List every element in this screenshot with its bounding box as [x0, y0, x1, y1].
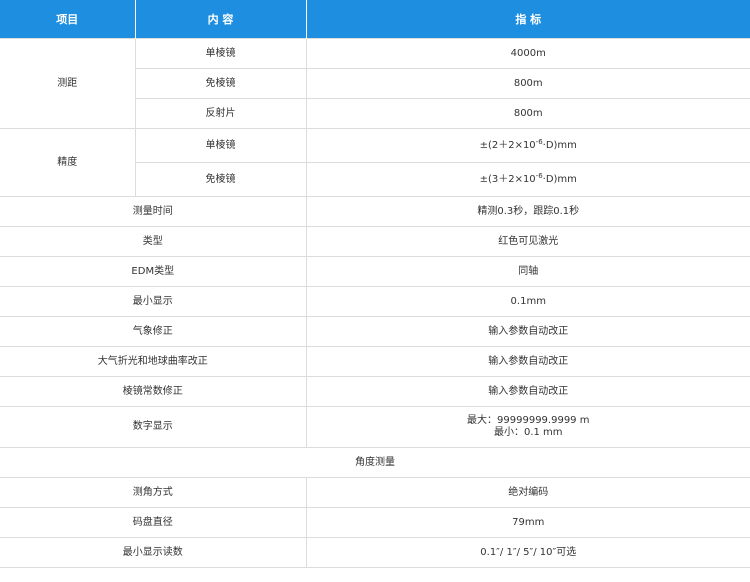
row-spec: 绝对编码	[305, 477, 750, 508]
row-spec: ±(3＋2×10-6·D)mm	[305, 162, 750, 197]
section-title: 角度测量	[0, 447, 750, 478]
table-row: 气象修正 输入参数自动改正	[0, 316, 750, 347]
table-row: 精度 单棱镜 ±(2＋2×10-6·D)mm	[0, 128, 750, 197]
row-item: 测量时间	[0, 196, 307, 227]
table-row: 棱镜常数修正 输入参数自动改正	[0, 376, 750, 407]
spec-line-min: 最小：0.1 mm	[493, 427, 563, 438]
row-spec: 4000m	[305, 38, 750, 69]
row-spec: 800m	[305, 68, 750, 99]
row-spec: 800m	[305, 98, 750, 129]
row-content: 免棱镜	[135, 162, 307, 197]
table-header-row: 项目 内 容 指 标	[0, 0, 750, 39]
accuracy-label: 精度	[0, 128, 136, 197]
spec-exponent: -6	[535, 171, 543, 180]
spec-line-max: 最大：99999999.9999 m	[467, 415, 590, 426]
row-item: 大气折光和地球曲率改正	[0, 346, 307, 377]
spec-base: ±(2＋2×10	[479, 139, 536, 151]
row-item: 码盘直径	[0, 507, 307, 538]
section-row: 角度测量	[0, 447, 750, 478]
row-spec: 输入参数自动改正	[305, 376, 750, 407]
row-content: 反射片	[135, 98, 307, 129]
row-item: 数字显示	[0, 406, 307, 448]
row-spec: 输入参数自动改正	[305, 316, 750, 347]
row-spec: 精测0.3秒，跟踪0.1秒	[305, 196, 750, 227]
header-item: 项目	[0, 0, 136, 39]
table-row: 数字显示 最大：99999999.9999 m 最小：0.1 mm	[0, 406, 750, 448]
row-content: 免棱镜	[135, 68, 307, 99]
header-content: 内 容	[135, 0, 307, 39]
spec-base: ±(3＋2×10	[479, 173, 536, 185]
row-item: 最小显示读数	[0, 537, 307, 568]
table-row: 测角方式 绝对编码	[0, 477, 750, 508]
row-item: 类型	[0, 226, 307, 257]
spec-exponent: -6	[535, 137, 543, 146]
spec-suffix: ·D)mm	[542, 173, 577, 185]
row-spec: 最大：99999999.9999 m 最小：0.1 mm	[305, 406, 750, 448]
row-item: 最小显示	[0, 286, 307, 317]
table-row: 最小显示 0.1mm	[0, 286, 750, 317]
table-row: 码盘直径 79mm	[0, 507, 750, 538]
row-spec: 红色可见激光	[305, 226, 750, 257]
row-content: 单棱镜	[134, 128, 307, 163]
table-row: 类型 红色可见激光	[0, 226, 750, 257]
header-spec: 指 标	[306, 0, 750, 39]
row-item: 棱镜常数修正	[0, 376, 307, 407]
row-spec: 0.1″/ 1″/ 5″/ 10″可选	[305, 537, 750, 568]
row-spec: 0.1mm	[305, 286, 750, 317]
row-item: 测角方式	[0, 477, 307, 508]
table-row: 测距 单棱镜 4000m	[0, 38, 750, 129]
spec-table: 项目 内 容 指 标 测距 单棱镜 4000m 免棱镜 800m 反射片 800…	[0, 0, 750, 568]
row-spec: 同轴	[305, 256, 750, 287]
table-row: 大气折光和地球曲率改正 输入参数自动改正	[0, 346, 750, 377]
table-row: EDM类型 同轴	[0, 256, 750, 287]
row-spec: 79mm	[305, 507, 750, 538]
table-row: 测量时间 精测0.3秒，跟踪0.1秒	[0, 196, 750, 227]
table-row: 最小显示读数 0.1″/ 1″/ 5″/ 10″可选	[0, 537, 750, 568]
row-content: 单棱镜	[134, 38, 307, 69]
row-item: 气象修正	[0, 316, 307, 347]
row-item: EDM类型	[0, 256, 307, 287]
ranging-label: 测距	[0, 38, 136, 129]
spec-suffix: ·D)mm	[542, 139, 577, 151]
row-spec: ±(2＋2×10-6·D)mm	[305, 128, 750, 163]
row-spec: 输入参数自动改正	[305, 346, 750, 377]
